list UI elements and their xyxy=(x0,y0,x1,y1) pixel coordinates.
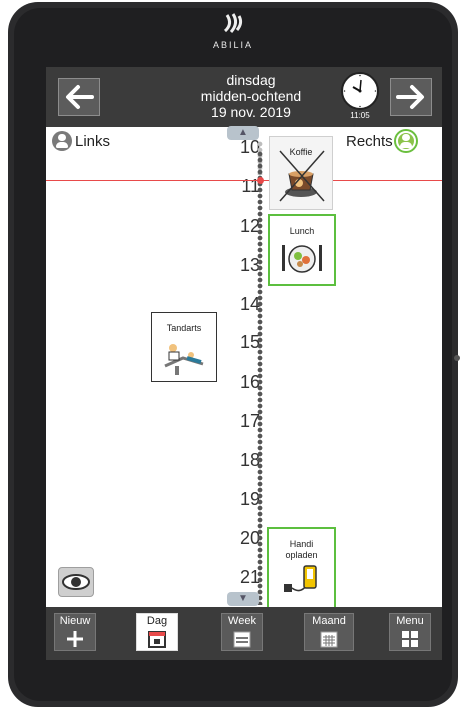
grid-menu-icon xyxy=(402,631,418,647)
right-category[interactable]: Rechts xyxy=(346,131,416,151)
toolbar-label: Nieuw xyxy=(59,615,91,627)
arrow-left-icon xyxy=(66,85,94,109)
plus-icon xyxy=(67,631,83,647)
activity-koffie[interactable]: Koffie xyxy=(269,136,333,210)
hour-label: 17 xyxy=(239,411,260,431)
day-calendar-icon xyxy=(148,631,166,648)
chevron-down-icon: ▼ xyxy=(238,593,248,604)
analog-clock-icon xyxy=(341,72,379,110)
week-view-button[interactable]: Week xyxy=(221,613,263,651)
day-header: dinsdag midden-ochtend 19 nov. 2019 11:0… xyxy=(46,67,442,127)
toolbar-label: Maand xyxy=(312,615,346,627)
hour-label: 15 xyxy=(239,332,260,352)
hour-label: 14 xyxy=(239,294,260,314)
menu-button[interactable]: Menu xyxy=(389,613,431,651)
new-activity-button[interactable]: Nieuw xyxy=(54,613,96,651)
activity-title-line1: Handi xyxy=(289,539,314,549)
day-view-button[interactable]: Dag xyxy=(136,613,178,651)
brand-logo: ABILIA xyxy=(0,12,466,50)
hour-label: 19 xyxy=(239,489,260,509)
activity-title: Lunch xyxy=(289,226,315,236)
activity-title-line2: opladen xyxy=(285,550,318,560)
person-icon xyxy=(395,131,416,151)
hour-label: 21 xyxy=(239,567,260,587)
app-screen: dinsdag midden-ochtend 19 nov. 2019 11:0… xyxy=(46,67,442,660)
weekday-label: dinsdag xyxy=(226,72,276,88)
current-time-marker xyxy=(257,177,264,184)
hour-label: 10 xyxy=(239,137,260,157)
next-day-button[interactable] xyxy=(390,78,432,116)
hour-label: 20 xyxy=(239,528,260,548)
scroll-down-button[interactable]: ▼ xyxy=(227,592,259,606)
hour-label: 16 xyxy=(239,372,260,392)
bottom-toolbar: Nieuw Dag Week Maand Menu xyxy=(46,607,442,660)
month-view-button[interactable]: Maand xyxy=(304,613,354,651)
person-icon xyxy=(52,131,72,151)
hour-label: 12 xyxy=(239,216,260,236)
toolbar-label: Menu xyxy=(396,615,424,627)
eye-icon xyxy=(62,574,90,590)
toolbar-label: Week xyxy=(228,615,256,627)
activity-tandarts[interactable]: Tandarts xyxy=(151,312,217,382)
date-display: dinsdag midden-ochtend 19 nov. 2019 xyxy=(156,72,346,120)
left-category[interactable]: Links xyxy=(52,131,110,151)
toolbar-label: Dag xyxy=(146,615,168,627)
brand-name: ABILIA xyxy=(212,40,253,50)
digital-time: 11:05 xyxy=(350,111,370,120)
phone-charger-icon xyxy=(283,565,317,592)
abilia-logo-icon xyxy=(0,12,466,38)
lunch-plate-icon xyxy=(282,245,322,273)
previous-day-button[interactable] xyxy=(58,78,100,116)
current-time-line xyxy=(46,180,442,181)
hour-label: 13 xyxy=(239,255,260,275)
hour-label: 18 xyxy=(239,450,260,470)
eye-button[interactable] xyxy=(58,567,94,597)
day-timeline[interactable]: Links Rechts ▲ 10 11 12 13 14 15 16 17 1… xyxy=(46,126,442,607)
month-calendar-icon xyxy=(320,631,338,648)
daypart-label: midden-ochtend xyxy=(200,88,302,104)
activity-lunch[interactable]: Lunch xyxy=(268,214,336,286)
timeline-dots xyxy=(257,151,263,605)
dentist-icon xyxy=(164,344,204,375)
right-category-label: Rechts xyxy=(346,132,393,150)
completed-cross-icon xyxy=(279,150,325,202)
week-calendar-icon xyxy=(233,631,251,648)
date-label: 19 nov. 2019 xyxy=(211,104,291,120)
tablet-side-button xyxy=(454,355,460,361)
activity-title: Tandarts xyxy=(166,323,202,333)
activity-handi-opladen[interactable]: Handi opladen xyxy=(267,527,336,607)
left-category-label: Links xyxy=(75,132,111,150)
arrow-right-icon xyxy=(396,85,424,109)
